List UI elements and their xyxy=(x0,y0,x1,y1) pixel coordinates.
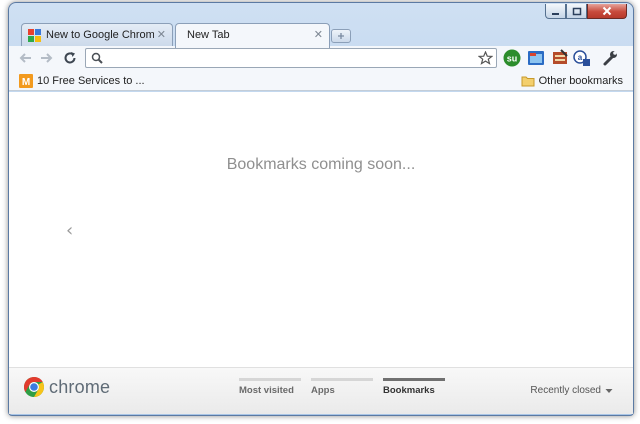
tab-indicator xyxy=(383,378,445,381)
previous-page-arrow[interactable]: ‹ xyxy=(66,220,73,241)
bookmarks-bar: M 10 Free Services to ... Other bookmark… xyxy=(9,71,633,91)
reload-button[interactable] xyxy=(62,50,78,66)
other-bookmarks-label: Other bookmarks xyxy=(538,75,623,87)
toolbar: su a xyxy=(9,46,633,71)
tab-title: New to Google Chrome? - G xyxy=(46,29,154,41)
window-caption-buttons xyxy=(545,4,627,19)
bookmark-item[interactable]: M 10 Free Services to ... xyxy=(19,73,145,89)
extension-icon-2[interactable] xyxy=(527,49,545,67)
search-icon xyxy=(91,52,103,64)
bookmarks-message: Bookmarks coming soon... xyxy=(226,156,416,173)
tab-new-to-google-chrome[interactable]: New to Google Chrome? - G ✕ xyxy=(21,23,173,47)
close-icon xyxy=(602,6,612,16)
chrome-logo-icon xyxy=(24,377,44,397)
forward-button[interactable] xyxy=(39,50,55,66)
star-icon[interactable] xyxy=(478,51,493,65)
recently-closed-label: Recently closed xyxy=(530,385,601,396)
stumbleupon-icon[interactable]: su xyxy=(503,49,521,67)
tab-title: New Tab xyxy=(187,29,230,41)
folder-icon xyxy=(521,76,535,87)
browser-window: New to Google Chrome? - G ✕ New Tab ✕ su xyxy=(8,2,634,416)
address-input[interactable] xyxy=(108,51,468,65)
maximize-icon xyxy=(572,7,581,15)
svg-text:su: su xyxy=(507,54,518,64)
maximize-button[interactable] xyxy=(566,4,587,19)
back-arrow-icon xyxy=(19,53,31,63)
google-favicon xyxy=(28,29,41,42)
chevron-down-icon xyxy=(605,388,613,393)
tab-label: Apps xyxy=(311,385,335,396)
forward-arrow-icon xyxy=(41,53,53,63)
close-window-button[interactable] xyxy=(587,4,627,19)
minimize-button[interactable] xyxy=(545,4,566,19)
tab-label: Most visited xyxy=(239,385,294,396)
other-bookmarks[interactable]: Other bookmarks xyxy=(521,73,623,89)
svg-text:M: M xyxy=(22,77,30,88)
chrome-logo: chrome xyxy=(23,376,110,398)
extension-icon-3[interactable] xyxy=(551,49,569,67)
recently-closed-menu[interactable]: Recently closed xyxy=(530,385,613,396)
extension-icon-4[interactable]: a xyxy=(573,49,591,67)
tab-close-icon[interactable]: ✕ xyxy=(314,28,323,41)
tab-close-icon[interactable]: ✕ xyxy=(157,28,166,41)
bookmark-label: 10 Free Services to ... xyxy=(37,75,145,87)
svg-text:a: a xyxy=(578,53,583,62)
minimize-icon xyxy=(552,12,559,15)
plus-icon xyxy=(338,33,344,39)
tab-indicator xyxy=(239,378,301,381)
new-tab-content: Bookmarks coming soon... ‹ xyxy=(9,92,633,367)
logo-text: chrome xyxy=(49,376,111,397)
reload-icon xyxy=(64,52,76,64)
tab-label: Bookmarks xyxy=(383,385,435,396)
tab-new-tab[interactable]: New Tab ✕ xyxy=(175,23,330,48)
omnibox[interactable] xyxy=(85,48,497,68)
tab-most-visited[interactable]: Most visited xyxy=(239,378,301,396)
tab-bookmarks[interactable]: Bookmarks xyxy=(383,378,445,396)
back-button[interactable] xyxy=(17,50,33,66)
tab-apps[interactable]: Apps xyxy=(311,378,373,396)
new-tab-footer: chrome Most visited Apps Bookmarks Recen… xyxy=(9,367,633,414)
m-favicon: M xyxy=(19,74,33,88)
wrench-icon[interactable] xyxy=(601,49,619,67)
new-tab-button[interactable] xyxy=(331,29,351,43)
tab-indicator xyxy=(311,378,373,381)
